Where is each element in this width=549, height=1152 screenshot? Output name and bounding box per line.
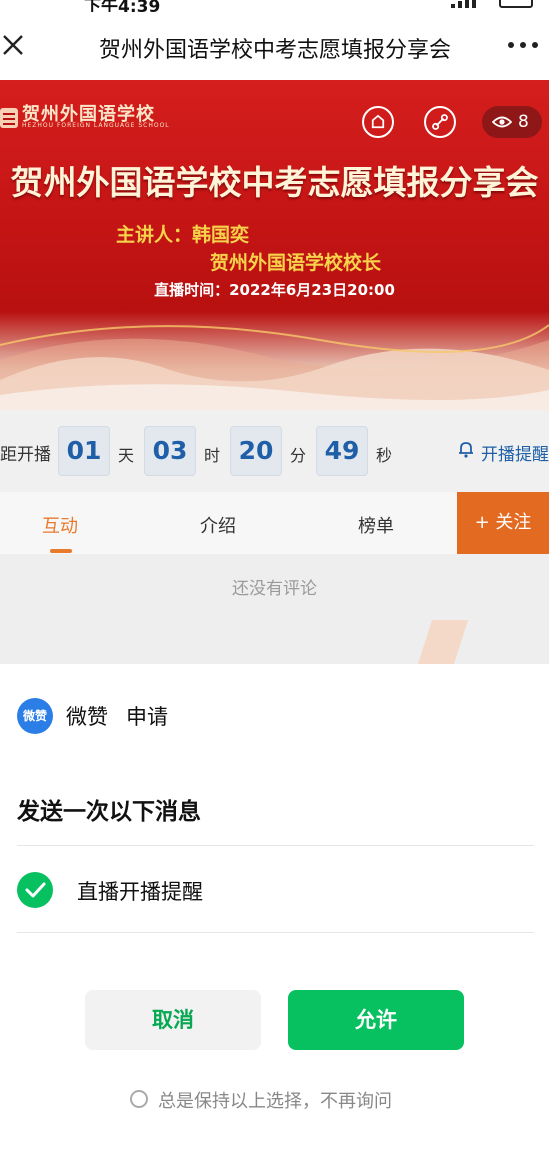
view-count-badge: 8 [482, 106, 542, 138]
countdown-label: 距开播 [0, 445, 51, 465]
countdown-hours: 03 [144, 426, 196, 476]
cancel-button[interactable]: 取消 [85, 990, 261, 1050]
logo-subtitle: HEZHOU FOREIGN LANGUAGE SCHOOL [22, 122, 170, 129]
bell-icon[interactable] [458, 440, 474, 458]
tab-indicator [50, 549, 72, 553]
live-reminder-button[interactable]: 开播提醒 [481, 440, 549, 465]
allow-button[interactable]: 允许 [288, 990, 464, 1050]
signal-icon [451, 0, 476, 8]
speaker-title: 贺州外国语学校校长 [210, 252, 382, 274]
empty-comments-text: 还没有评论 [232, 579, 317, 599]
authorization-sheet: 微赞 微赞 申请 发送一次以下消息 直播开播提醒 取消 允许 总是保持以上选择，… [0, 664, 549, 1152]
decorative-shape [418, 620, 468, 664]
days-unit: 天 [118, 446, 135, 465]
countdown-days: 01 [58, 426, 110, 476]
comment-area: 还没有评论 [0, 554, 549, 664]
keep-choice-radio[interactable] [130, 1090, 148, 1108]
home-icon[interactable] [362, 106, 394, 138]
minutes-unit: 分 [290, 446, 307, 465]
divider [17, 932, 534, 933]
app-action-text: 申请 [126, 705, 168, 729]
seconds-unit: 秒 [376, 446, 393, 465]
view-count: 8 [518, 112, 529, 132]
page-title: 贺州外国语学校中考志愿填报分享会 [98, 38, 451, 63]
share-link-icon[interactable] [424, 106, 456, 138]
live-time: 直播时间：2022年6月23日20:00 [154, 281, 395, 299]
more-icon[interactable] [507, 40, 539, 50]
divider [17, 845, 534, 846]
option-label[interactable]: 直播开播提醒 [77, 876, 203, 906]
speaker-line: 主讲人：韩国奕 [116, 224, 250, 246]
eye-icon [492, 116, 512, 128]
app-name: 微赞 [66, 705, 108, 729]
follow-button[interactable]: + 关注 [457, 492, 549, 554]
nav-bar: 贺州外国语学校中考志愿填报分享会 [0, 12, 549, 80]
banner-wave-decoration [0, 324, 549, 410]
live-banner: 贺州外国语学校 HEZHOU FOREIGN LANGUAGE SCHOOL 8… [0, 80, 549, 410]
countdown-minutes: 20 [230, 426, 282, 476]
keep-choice-label[interactable]: 总是保持以上选择，不再询问 [158, 1087, 392, 1113]
tab-bar: 互动 介绍 榜单 + 关注 [0, 492, 549, 554]
close-icon[interactable] [0, 32, 28, 60]
banner-title: 贺州外国语学校中考志愿填报分享会 [10, 163, 539, 202]
countdown-bar: 距开播 01 天 03 时 20 分 49 秒 开播提醒 [0, 410, 549, 492]
battery-icon [499, 0, 533, 8]
tab-interaction[interactable]: 互动 [42, 512, 78, 538]
checkmark-icon[interactable] [17, 872, 53, 908]
sheet-title: 发送一次以下消息 [17, 799, 201, 825]
tab-ranking[interactable]: 榜单 [358, 512, 394, 538]
hours-unit: 时 [204, 446, 221, 465]
status-bar: 下午4:39 [0, 0, 549, 17]
countdown-seconds: 49 [316, 426, 368, 476]
app-icon: 微赞 [17, 698, 53, 734]
tab-intro[interactable]: 介绍 [200, 512, 236, 538]
